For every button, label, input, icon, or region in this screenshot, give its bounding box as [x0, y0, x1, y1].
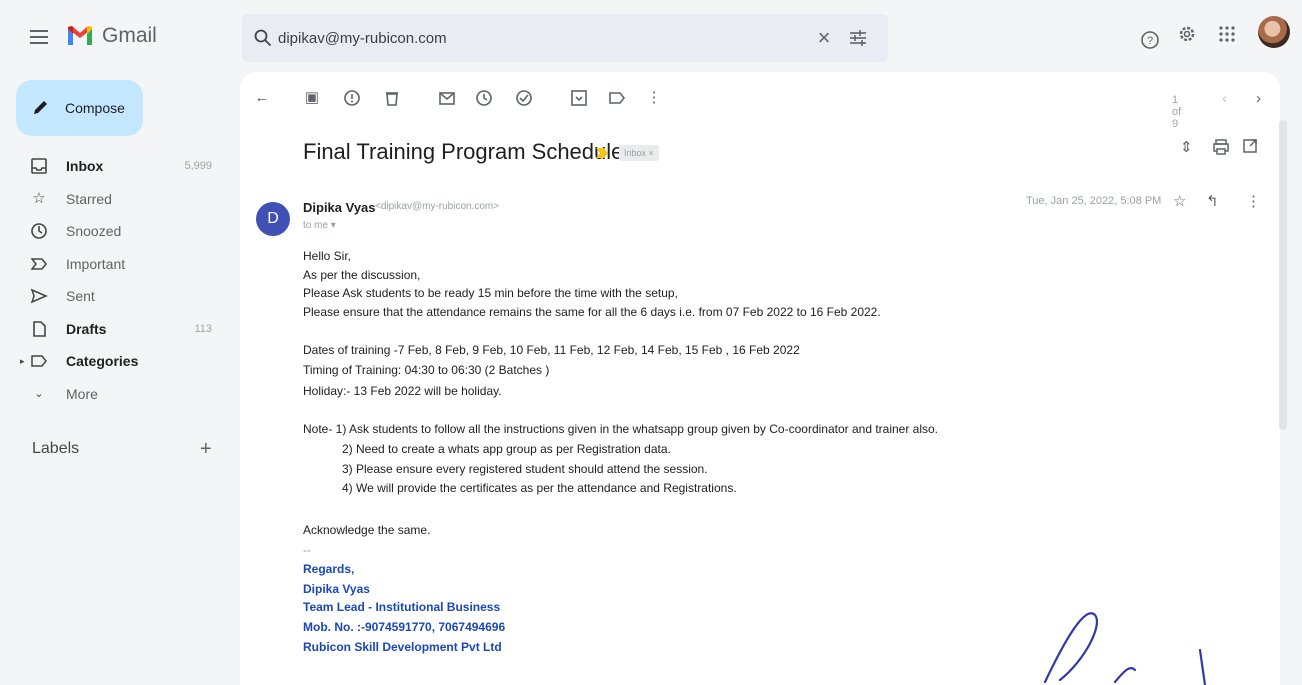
help-icon[interactable]: ?	[1140, 24, 1160, 56]
print-icon[interactable]	[1212, 138, 1230, 156]
pager-count: 1 of 9	[1172, 94, 1182, 130]
svg-text:?: ?	[1147, 35, 1153, 47]
chevron-down-icon: ⌄	[34, 387, 44, 400]
pencil-icon	[34, 101, 47, 114]
search-icon[interactable]	[254, 29, 272, 47]
gmail-logo[interactable]: Gmail	[66, 24, 157, 48]
open-new-window-icon[interactable]	[1242, 138, 1258, 154]
more-vert-icon[interactable]: ⋮	[1246, 192, 1261, 210]
scrollbar[interactable]	[1279, 120, 1287, 430]
sidebar-item-label: Drafts	[66, 320, 107, 337]
body-line: Hello Sir,	[303, 249, 352, 263]
move-to-icon[interactable]	[569, 88, 589, 108]
sidebar-item-sent[interactable]: Sent	[0, 280, 240, 313]
apps-icon[interactable]	[1218, 25, 1236, 43]
labels-icon[interactable]	[607, 88, 627, 108]
add-task-icon[interactable]	[514, 88, 534, 108]
star-icon[interactable]: ☆	[1173, 192, 1186, 210]
back-icon[interactable]: ←	[252, 88, 272, 108]
star-icon: ☆	[32, 189, 46, 207]
important-icon	[30, 258, 47, 270]
body-line: Please ensure that the attendance remain…	[303, 305, 881, 319]
body-line: 3) Please ensure every registered studen…	[342, 462, 708, 476]
message-date: Tue, Jan 25, 2022, 5:08 PM	[1026, 195, 1162, 207]
report-spam-icon[interactable]	[342, 88, 362, 108]
body-line: 4) We will provide the certificates as p…	[342, 481, 737, 495]
sidebar-item-categories[interactable]: ▸ Categories	[0, 345, 240, 378]
expand-all-icon[interactable]: ⇕	[1180, 138, 1193, 156]
inbox-icon	[31, 158, 47, 175]
sidebar-item-label: Categories	[66, 353, 139, 370]
unread-count: 5,999	[184, 160, 212, 173]
email-subject: Final Training Program Schedule	[303, 139, 624, 164]
more-vert-icon[interactable]: ⋮	[644, 88, 664, 108]
sidebar-nav: Inbox 5,999 ☆ Starred Snoozed Important …	[0, 150, 240, 410]
body-line: As per the discussion,	[303, 268, 421, 282]
sidebar-item-snoozed[interactable]: Snoozed	[0, 215, 240, 248]
labels-heading: Labels	[32, 440, 80, 457]
signature-line: Regards,	[303, 562, 355, 576]
sidebar-item-label: Important	[66, 255, 126, 272]
compose-label: Compose	[65, 100, 125, 116]
clear-search-icon[interactable]: ×	[814, 27, 834, 49]
snooze-icon[interactable]	[474, 88, 494, 108]
reply-icon[interactable]: ↰	[1206, 192, 1219, 210]
mark-unread-icon[interactable]	[437, 88, 457, 108]
account-avatar[interactable]	[1258, 16, 1290, 48]
compose-button[interactable]: Compose	[16, 80, 143, 136]
settings-icon[interactable]	[1177, 24, 1197, 44]
top-bar: Gmail × ?	[0, 0, 1302, 76]
draft-count: 113	[194, 322, 212, 335]
sidebar-item-label: Inbox	[66, 158, 104, 175]
menu-icon[interactable]	[30, 29, 48, 45]
label-icon	[31, 355, 47, 367]
body-line: Note- 1) Ask students to follow all the …	[303, 422, 939, 436]
archive-icon[interactable]: ▣	[302, 88, 322, 108]
clock-icon	[31, 223, 47, 240]
sender-avatar[interactable]: D	[256, 202, 290, 236]
app-name: Gmail	[102, 24, 157, 47]
expand-arrow-icon[interactable]: ▸	[20, 356, 25, 367]
body-line: --	[303, 543, 311, 557]
inbox-label-chip[interactable]: Inbox ×	[619, 145, 659, 161]
older-icon[interactable]: ›	[1256, 90, 1261, 107]
add-label-button[interactable]: +	[200, 438, 212, 461]
signature-line: Team Lead - Institutional Business	[303, 600, 501, 614]
signature-line: Dipika Vyas	[303, 582, 370, 596]
signature-line: Mob. No. :-9074591770, 7067494696	[303, 620, 506, 634]
draft-icon	[33, 320, 46, 337]
delete-icon[interactable]	[382, 88, 402, 108]
search-bar[interactable]: ×	[242, 14, 888, 62]
body-line: 2) Need to create a whats app group as p…	[342, 442, 671, 456]
gmail-m-icon	[68, 26, 92, 45]
body-line: Timing of Training: 04:30 to 06:30 (2 Ba…	[303, 363, 550, 377]
important-marker-icon[interactable]	[596, 148, 608, 158]
body-line: Acknowledge the same.	[303, 523, 431, 537]
body-line: Please Ask students to be ready 15 min b…	[303, 286, 678, 300]
sender-email: <dipikav@my-rubicon.com>	[375, 201, 500, 212]
sidebar-item-drafts[interactable]: Drafts 113	[0, 313, 240, 346]
sidebar-item-label: Sent	[66, 288, 95, 305]
handwritten-signature	[1043, 612, 1207, 685]
sidebar-item-more[interactable]: ⌄ More	[0, 378, 240, 411]
sidebar-item-inbox[interactable]: Inbox 5,999	[0, 150, 240, 183]
signature-line: Rubicon Skill Development Pvt Ltd	[303, 640, 502, 654]
sender-name: Dipika Vyas	[303, 200, 376, 215]
newer-icon[interactable]: ‹	[1222, 90, 1227, 107]
sidebar-item-label: Snoozed	[66, 223, 122, 240]
recipient-details[interactable]: to me ▾	[303, 220, 336, 231]
body-line: Dates of training -7 Feb, 8 Feb, 9 Feb, …	[303, 343, 800, 357]
message-view: ← ▣ ⋮ 1 of 9 ‹ › Final Training Program …	[240, 72, 1280, 685]
sidebar-item-important[interactable]: Important	[0, 248, 240, 281]
sidebar-item-label: Starred	[66, 190, 112, 207]
search-input[interactable]	[278, 26, 818, 50]
body-line: Holiday:- 13 Feb 2022 will be holiday.	[303, 384, 502, 398]
send-icon	[30, 288, 48, 304]
sidebar-item-label: More	[66, 385, 98, 402]
search-options-icon[interactable]	[848, 28, 868, 48]
sidebar-item-starred[interactable]: ☆ Starred	[0, 183, 240, 216]
